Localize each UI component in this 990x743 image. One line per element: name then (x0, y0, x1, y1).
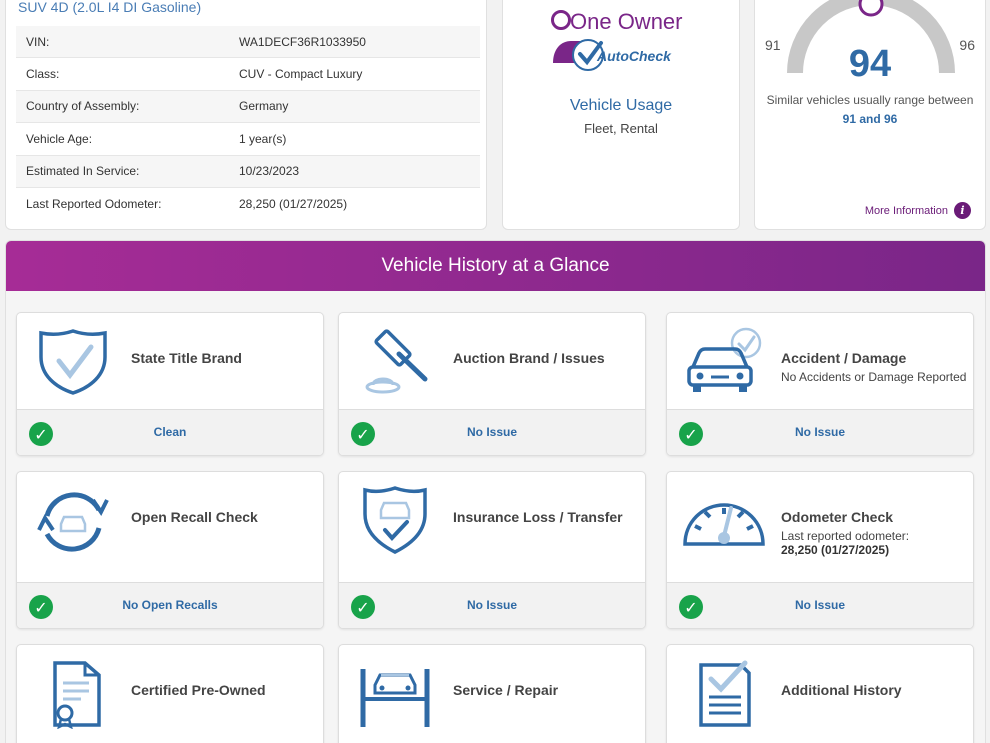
autocheck-score-value: 94 (848, 43, 892, 85)
spec-label: Last Reported Odometer: (26, 197, 162, 212)
tile-accident-damage[interactable]: Accident / Damage No Accidents or Damage… (666, 312, 974, 456)
spec-row-in-service: Estimated In Service: 10/23/2023 (16, 155, 480, 188)
odometer-gauge-icon (683, 503, 765, 546)
spec-row-country: Country of Assembly: Germany (16, 90, 480, 124)
insurance-shield-icon (363, 486, 427, 554)
spec-value: Germany (239, 99, 289, 114)
tile-auction-brand[interactable]: Auction Brand / Issues ✓ No Issue (338, 312, 646, 456)
spec-value: 10/23/2023 (239, 164, 300, 179)
certificate-icon (53, 661, 101, 729)
tile-title: Accident / Damage (781, 350, 907, 366)
tile-title: Certified Pre-Owned (131, 682, 266, 698)
tile-certified-pre-owned[interactable]: Certified Pre-Owned (16, 644, 324, 743)
more-information-label[interactable]: More Information (865, 205, 948, 217)
tile-title: Odometer Check (781, 509, 894, 525)
tile-title: Service / Repair (453, 682, 559, 698)
spec-value: 28,250 (01/27/2025) (239, 197, 348, 212)
vehicle-specs-card: SUV 4D (2.0L I4 DI Gasoline) VIN: WA1DECF… (5, 0, 487, 230)
score-range-description: Similar vehicles usually range between 9… (765, 91, 975, 129)
tile-state-title-brand[interactable]: State Title Brand ✓ Clean (16, 312, 324, 456)
glance-header: Vehicle History at a Glance (6, 241, 985, 291)
tile-subtitle: No Accidents or Damage Reported (781, 370, 967, 384)
info-icon[interactable]: i (954, 202, 971, 219)
specs-table: VIN: WA1DECF36R1033950 Class: CUV - Compac… (16, 26, 480, 220)
car-lift-icon (360, 669, 430, 727)
vehicle-trim-title: SUV 4D (2.0L I4 DI Gasoline) (18, 0, 202, 15)
tile-open-recall[interactable]: Open Recall Check ✓ No Open Recalls (16, 471, 324, 629)
autocheck-score-card: 91 96 94 Similar vehicles usually range … (754, 0, 986, 230)
clipboard-check-icon (699, 660, 751, 727)
tile-status: No Issue (466, 425, 517, 439)
tile-subtitle: Last reported odometer: 28,250 (01/27/202… (781, 529, 909, 557)
vehicle-history-report: SUV 4D (2.0L I4 DI Gasoline) VIN: WA1DECF… (0, 0, 990, 743)
spec-row-class: Class: CUV - Compact Luxury (16, 58, 480, 91)
shield-check-icon (39, 329, 107, 395)
tile-title: State Title Brand (131, 350, 242, 366)
spec-value: WA1DECF36R1033950 (239, 34, 366, 49)
tile-title: Auction Brand / Issues (453, 350, 605, 366)
spec-label: Country of Assembly: (26, 99, 140, 114)
tile-title: Insurance Loss / Transfer (453, 509, 623, 525)
spec-label: Estimated In Service: (26, 164, 140, 179)
spec-label: Class: (26, 67, 60, 82)
history-at-a-glance-section: Vehicle History at a Glance State Title … (5, 240, 986, 743)
one-owner-autocheck-logo: One Owner AutoCheck (551, 9, 683, 71)
spec-label: VIN: (26, 34, 50, 49)
score-desc-range: 91 and 96 (842, 112, 898, 126)
one-owner-card: One Owner AutoCheck Vehicle Usage Fleet,… (502, 0, 740, 230)
spec-row-vin: VIN: WA1DECF36R1033950 (16, 26, 480, 59)
tile-title: Open Recall Check (131, 509, 258, 525)
spec-value: CUV - Compact Luxury (239, 67, 363, 82)
tile-odometer-check[interactable]: Odometer Check Last reported odometer: 28… (666, 471, 974, 629)
tile-status: No Issue (794, 425, 845, 439)
spec-row-odometer: Last Reported Odometer: 28,250 (01/27/202… (16, 188, 480, 220)
tile-title: Additional History (781, 682, 902, 698)
spec-value: 1 year(s) (239, 131, 287, 146)
tile-service-repair[interactable]: Service / Repair (338, 644, 646, 743)
vehicle-usage-value: Fleet, Rental (584, 121, 658, 136)
vehicle-usage-title: Vehicle Usage (569, 97, 673, 114)
odometer-subtitle-label: Last reported odometer: (781, 529, 910, 543)
car-damage-icon (687, 327, 762, 392)
spec-row-age: Vehicle Age: 1 year(s) (16, 123, 480, 156)
tile-status: Clean (153, 425, 187, 439)
tile-insurance-loss[interactable]: Insurance Loss / Transfer ✓ No Issue (338, 471, 646, 629)
auction-gavel-icon (365, 329, 428, 394)
tile-status: No Issue (466, 598, 517, 612)
score-desc-text: Similar vehicles usually range between (766, 93, 974, 107)
spec-label: Vehicle Age: (26, 131, 93, 146)
tile-additional-history[interactable]: Additional History (666, 644, 974, 743)
tile-status: No Open Recalls (122, 598, 218, 612)
logo-one-owner-text: One Owner (570, 9, 683, 34)
more-information-link[interactable]: More Information i (865, 202, 971, 219)
odometer-subtitle-value: 28,250 (01/27/2025) (781, 543, 890, 557)
recall-cycle-icon (37, 492, 109, 552)
tile-status: No Issue (794, 598, 845, 612)
logo-autocheck-text: AutoCheck (596, 48, 672, 64)
